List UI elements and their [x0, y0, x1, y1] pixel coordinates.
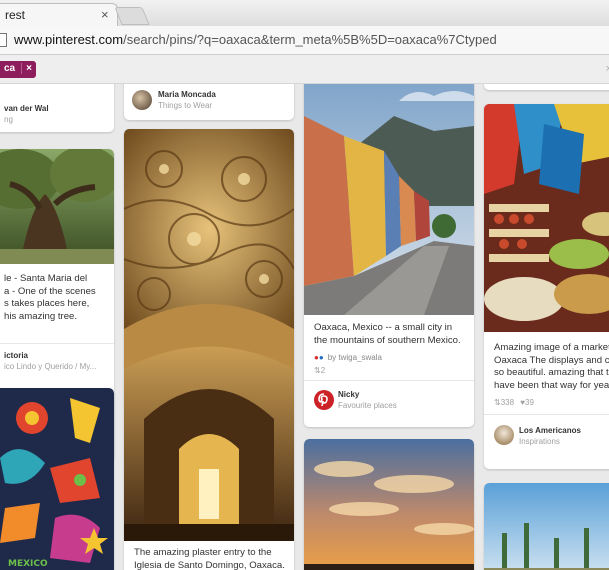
sunset-image	[304, 439, 474, 570]
pin-image-sunset[interactable]	[304, 439, 474, 570]
pin-image-market[interactable]	[484, 104, 609, 332]
desc-line: Iglesia de Santo Domingo, Oaxaca.	[134, 559, 285, 570]
market-image	[484, 104, 609, 332]
pin-card[interactable]: The amazing plaster entry to the Iglesia…	[124, 129, 294, 570]
like-count: 39	[525, 398, 534, 407]
pin-card[interactable]	[304, 439, 474, 570]
repin-icon: ⇅	[314, 366, 321, 375]
source-icon-alt: ●	[318, 353, 324, 362]
pin-card[interactable]: van der Wal ng	[0, 84, 114, 132]
repin-count: 338	[500, 398, 515, 407]
desc-line: have been that way for year	[494, 379, 609, 391]
search-bar: ca × ×	[0, 55, 609, 84]
pin-card[interactable]: Maria Moncada Things to Wear	[124, 84, 294, 120]
pin-card[interactable]	[484, 483, 609, 570]
pinner-name: Maria Moncada	[158, 90, 216, 99]
pin-card[interactable]	[484, 84, 609, 90]
desc-line: Oaxaca The displays and c	[494, 354, 609, 366]
desc-line: le - Santa Maria del	[4, 273, 88, 284]
tree-image	[0, 149, 114, 264]
url-text[interactable]: www.pinterest.com/search/pins/?q=oaxaca&…	[14, 32, 497, 47]
pin-image-church[interactable]	[124, 129, 294, 541]
desc-line: so beautiful. amazing that t	[494, 367, 609, 378]
folk-art-image: MEXICO	[0, 388, 114, 570]
divider	[0, 343, 114, 344]
clear-search-icon[interactable]: ×	[606, 63, 609, 75]
repin-icon: ⇅	[494, 398, 501, 407]
desc-line: a - One of the scenes	[4, 285, 96, 297]
repin-count: ⇅2	[314, 366, 325, 375]
pinner-name: Nicky	[338, 390, 360, 399]
pin-image-street[interactable]	[304, 84, 474, 315]
address-bar[interactable]: www.pinterest.com/search/pins/?q=oaxaca&…	[0, 26, 609, 55]
pin-stats: ⇅338 ♥39	[494, 398, 534, 407]
browser-tab-bar: rest ×	[0, 0, 609, 27]
board-name: Favourite places	[338, 401, 397, 410]
pin-image-tree[interactable]	[0, 149, 114, 264]
avatar[interactable]	[494, 425, 514, 445]
url-domain: www.pinterest.com	[14, 32, 124, 47]
pin-image-folk-art[interactable]: MEXICO	[0, 388, 114, 570]
new-tab-button[interactable]	[114, 7, 150, 25]
desc-line: his amazing tree.	[4, 310, 78, 322]
tab-title: rest	[5, 8, 26, 22]
via-prefix: by	[327, 353, 337, 362]
pin-card[interactable]: Oaxaca, Mexico -- a small city in the mo…	[304, 84, 474, 427]
via-name[interactable]: twiga_swala	[338, 353, 382, 362]
pin-description: The amazing plaster entry to the Iglesia…	[134, 547, 285, 570]
pin-grid: van der Wal ng le - Santa Maria del a - …	[0, 84, 609, 570]
pin-card[interactable]: MEXICO	[0, 388, 114, 570]
pin-source: ●● by twiga_swala	[314, 353, 382, 362]
pinner-name: Los Americanos	[519, 426, 581, 435]
desc-line: Amazing image of a market	[494, 342, 609, 353]
desc-line: The amazing plaster entry to the	[134, 547, 272, 558]
pinner-name: ictoria	[4, 351, 29, 360]
pin-image-cactus[interactable]	[484, 483, 609, 570]
board-name: ng	[4, 115, 13, 124]
repin-value: 2	[320, 366, 326, 375]
divider	[304, 380, 474, 381]
cactus-image	[484, 483, 609, 570]
pinner-name: van der Wal	[4, 104, 49, 113]
search-token[interactable]: ca ×	[0, 61, 36, 78]
board-name: Inspirations	[519, 437, 560, 446]
search-token-label: ca	[4, 63, 16, 74]
tab-close-icon[interactable]: ×	[101, 7, 109, 22]
remove-token-icon[interactable]: ×	[21, 63, 32, 74]
pin-card[interactable]: Amazing image of a market Oaxaca The dis…	[484, 104, 609, 469]
board-name: Things to Wear	[158, 101, 213, 110]
pinterest-avatar-icon[interactable]	[314, 390, 334, 410]
desc-line: s takes places here,	[4, 298, 90, 309]
street-image	[304, 84, 474, 315]
church-image	[124, 129, 294, 541]
desc-line: the mountains of southern Mexico.	[314, 334, 461, 346]
pin-description: Amazing image of a market Oaxaca The dis…	[494, 342, 609, 392]
browser-tab[interactable]: rest ×	[0, 3, 118, 27]
url-path: /search/pins/?q=oaxaca&term_meta%5B%5D=o…	[123, 32, 497, 47]
desc-line: Oaxaca, Mexico -- a small city in	[314, 322, 453, 333]
pin-description: le - Santa Maria del a - One of the scen…	[4, 273, 96, 323]
divider	[484, 414, 609, 415]
avatar[interactable]	[132, 90, 152, 110]
page-icon	[0, 33, 7, 47]
pinterest-logo-icon	[318, 393, 328, 407]
pin-description: Oaxaca, Mexico -- a small city in the mo…	[314, 322, 461, 347]
board-name: ico Lindo y Querido / My...	[4, 362, 97, 371]
art-lettering: MEXICO	[8, 559, 48, 569]
